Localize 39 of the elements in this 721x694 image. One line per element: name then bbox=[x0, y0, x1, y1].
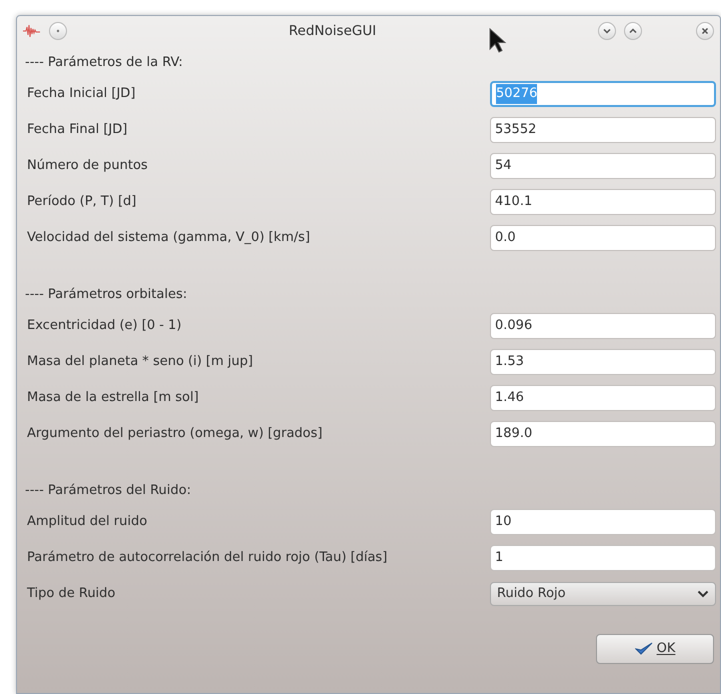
chevron-down-icon bbox=[697, 590, 709, 598]
chevron-up-icon bbox=[628, 26, 638, 36]
mouse-cursor-icon bbox=[489, 28, 507, 54]
field-label: Masa del planeta * seno (i) [m jup] bbox=[26, 353, 254, 372]
field-label: Fecha Final [JD] bbox=[26, 121, 128, 140]
field-label: Excentricidad (e) [0 - 1) bbox=[26, 317, 182, 336]
input-field[interactable]: 1 bbox=[490, 545, 716, 571]
field-label: Argumento del periastro (omega, w) [grados] bbox=[26, 425, 324, 444]
input-field[interactable]: 189.0 bbox=[490, 421, 716, 447]
input-field[interactable]: 54 bbox=[490, 153, 716, 179]
field-label: Fecha Inicial [JD] bbox=[26, 85, 136, 104]
waveform-icon bbox=[23, 23, 41, 39]
input-field[interactable]: 1.46 bbox=[490, 385, 716, 411]
minimize-button[interactable] bbox=[598, 22, 616, 40]
input-field[interactable]: 410.1 bbox=[490, 189, 716, 215]
input-field[interactable]: 10 bbox=[490, 509, 716, 535]
field-label: Parámetro de autocorrelación del ruido rojo (Tau) [días] bbox=[26, 549, 388, 568]
input-field[interactable]: 53552 bbox=[490, 117, 716, 143]
ok-button[interactable]: OK bbox=[596, 634, 714, 664]
input-field[interactable]: 1.53 bbox=[490, 349, 716, 375]
dropdown[interactable]: Ruido Rojo bbox=[490, 582, 716, 606]
input-field[interactable]: 0.096 bbox=[490, 313, 716, 339]
section-header: ---- Parámetros de la RV: bbox=[25, 54, 184, 72]
window-title: RedNoiseGUI bbox=[288, 22, 376, 39]
field-label: Masa de la estrella [m sol] bbox=[26, 389, 200, 408]
input-field[interactable]: 0.0 bbox=[490, 225, 716, 251]
section-header: ---- Parámetros del Ruido: bbox=[25, 482, 192, 500]
close-icon bbox=[700, 26, 710, 36]
section-header: ---- Parámetros orbitales: bbox=[25, 286, 188, 304]
chevron-down-icon bbox=[602, 26, 612, 36]
field-label: Número de puntos bbox=[26, 157, 149, 176]
field-label: Tipo de Ruido bbox=[26, 585, 116, 604]
checkmark-icon bbox=[634, 642, 653, 656]
close-button[interactable] bbox=[696, 22, 714, 40]
maximize-button[interactable] bbox=[624, 22, 642, 40]
field-label: Velocidad del sistema (gamma, V_0) [km/s] bbox=[26, 229, 312, 248]
dot-icon bbox=[56, 29, 60, 33]
field-label: Período (P, T) [d] bbox=[26, 193, 138, 212]
field-label: Amplitud del ruido bbox=[26, 513, 148, 532]
